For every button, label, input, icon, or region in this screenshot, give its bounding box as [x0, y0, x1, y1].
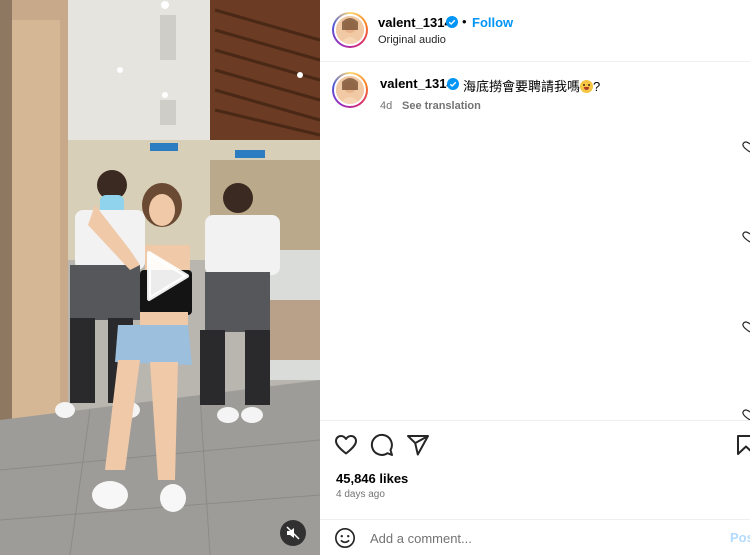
mute-toggle-button[interactable] [280, 520, 306, 546]
avatar-photo [336, 16, 364, 44]
see-translation-link[interactable]: See translation [402, 100, 481, 112]
heart-icon[interactable] [742, 230, 750, 243]
verified-badge-icon [447, 78, 459, 90]
play-button[interactable] [135, 247, 193, 305]
author-avatar[interactable] [332, 12, 368, 48]
caption-meta: 4d See translation [380, 100, 481, 112]
comment-icon[interactable] [370, 433, 394, 457]
likes-count[interactable]: 45,846 likes [336, 471, 408, 486]
play-icon [147, 251, 189, 301]
comment-bar: Post [320, 519, 750, 555]
caption-body: 海底撈會要聘請我嗎 [463, 79, 581, 94]
comment-input[interactable] [370, 528, 710, 548]
heart-icon[interactable] [742, 408, 750, 421]
heart-icon[interactable] [742, 320, 750, 333]
caption-avatar[interactable] [332, 72, 368, 108]
follow-button[interactable]: Follow [472, 15, 513, 30]
separator-dot: • [462, 14, 467, 29]
post-timestamp[interactable]: 4 days ago [336, 489, 385, 500]
caption-age: 4d [380, 100, 393, 112]
share-icon[interactable] [406, 433, 430, 457]
speaker-muted-icon [286, 526, 300, 540]
post-header: valent_1314 • Follow Original audio [320, 0, 750, 62]
grinning-face-emoji-icon [580, 80, 594, 93]
avatar-photo [336, 76, 364, 104]
caption-text: 海底撈會要聘請我嗎? [463, 76, 600, 95]
post-actions: 45,846 likes 4 days ago Post [320, 420, 750, 555]
bookmark-icon[interactable] [734, 433, 750, 457]
like-heart-icon[interactable] [334, 433, 358, 457]
author-username[interactable]: valent_1314 [378, 15, 452, 30]
heart-icon[interactable] [742, 140, 750, 153]
reel-video[interactable] [0, 0, 320, 555]
emoji-picker-icon[interactable] [334, 527, 356, 549]
post-comment-button[interactable]: Post [730, 530, 750, 545]
post-panel: valent_1314 • Follow Original audio vale… [320, 0, 750, 555]
caption-username[interactable]: valent_1314 [380, 76, 454, 91]
caption-suffix: ? [593, 79, 601, 94]
audio-link[interactable]: Original audio [378, 34, 446, 46]
verified-badge-icon [446, 16, 458, 28]
